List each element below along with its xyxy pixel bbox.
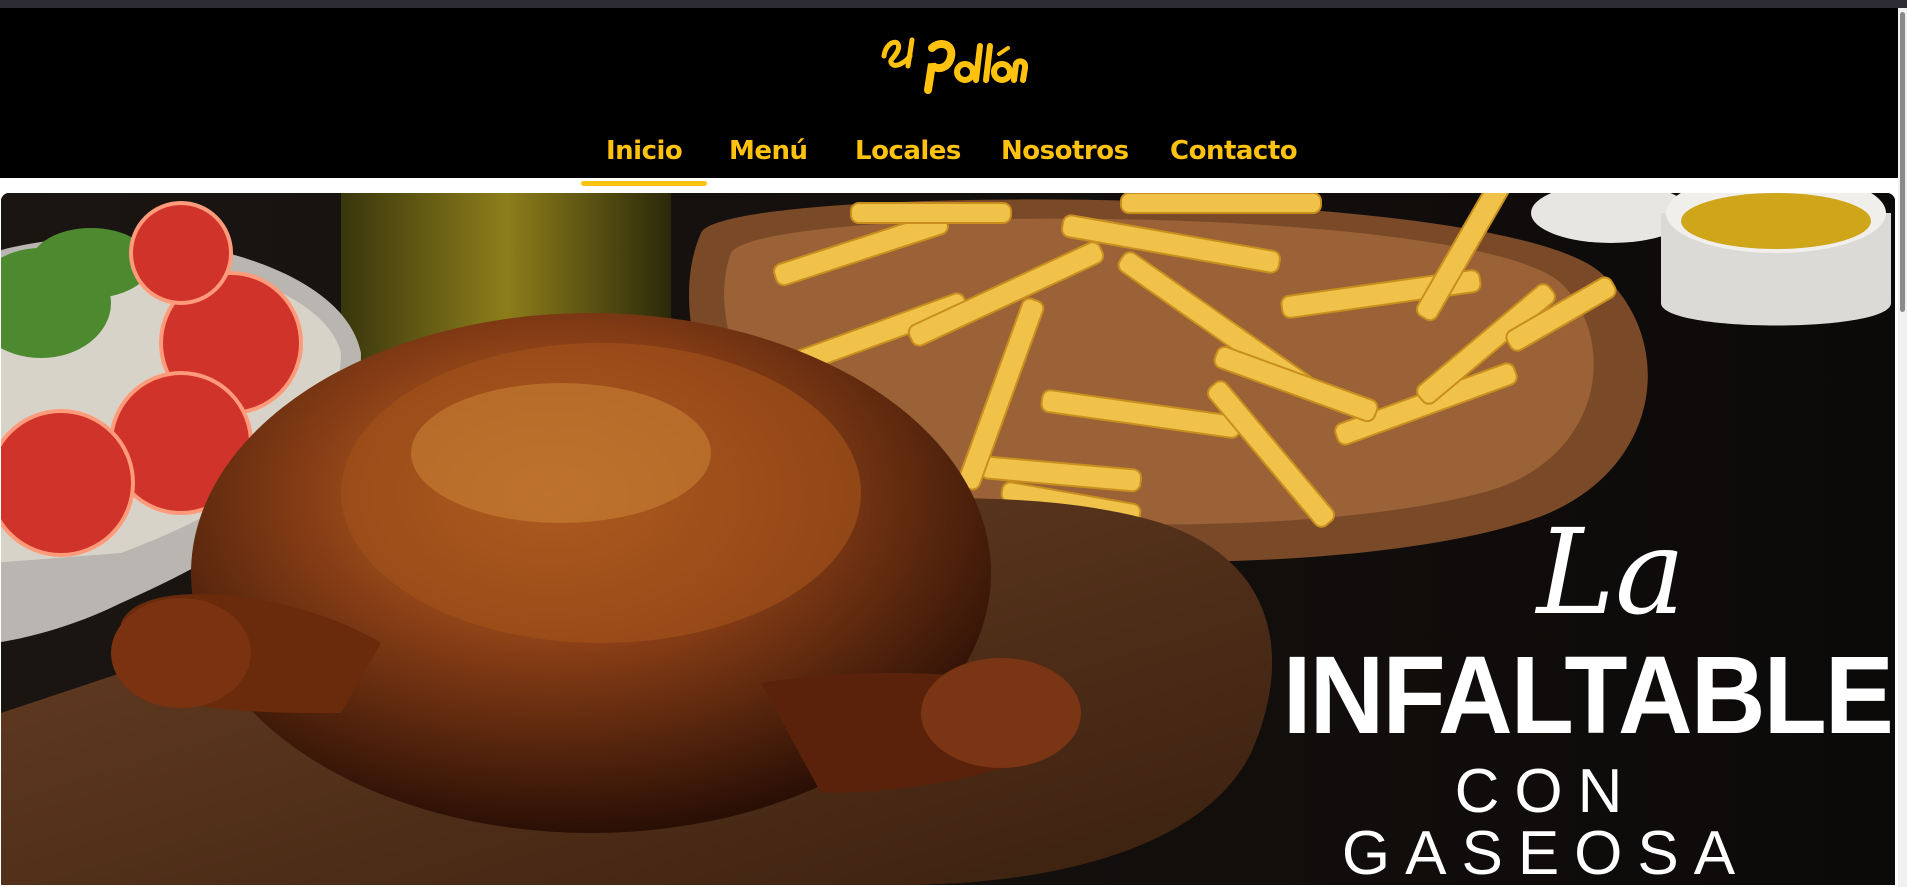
brand-logo: [881, 37, 1028, 94]
nav-item-inicio[interactable]: Inicio: [580, 136, 708, 186]
nav-item-nosotros[interactable]: Nosotros: [1001, 136, 1129, 166]
main-navigation: Inicio Menú Locales Nosotros Contacto: [0, 128, 1898, 186]
page-scrollbar-thumb[interactable]: [1900, 12, 1905, 312]
nav-item-contacto[interactable]: Contacto: [1170, 136, 1298, 166]
nav-item-locales[interactable]: Locales: [855, 136, 961, 166]
nav-item-menu[interactable]: Menú: [729, 136, 808, 166]
promo-subheadline: CON GASEOSA: [1341, 757, 1751, 885]
promo-script-text: La: [1536, 503, 1686, 641]
browser-top-strip: [0, 0, 1907, 8]
brand-logo-link[interactable]: [868, 26, 1028, 106]
promo-headline: INFALTABLE: [1282, 634, 1894, 757]
site-header: Inicio Menú Locales Nosotros Contacto: [0, 8, 1898, 186]
hero-banner[interactable]: La INFALTABLE CON GASEOSA: [1, 193, 1895, 885]
